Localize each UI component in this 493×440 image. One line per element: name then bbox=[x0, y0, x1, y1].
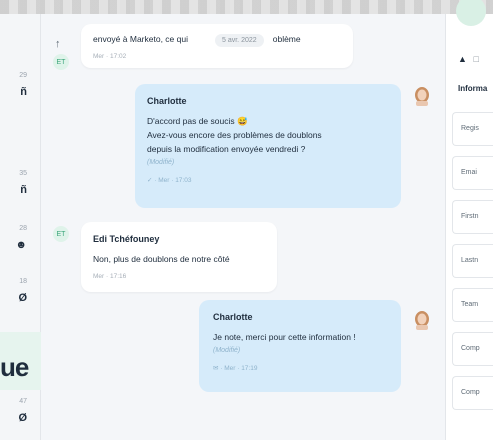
charlotte-avatar bbox=[415, 87, 429, 106]
message-author: Edi Tchéfouney bbox=[93, 234, 160, 244]
message-outgoing: Charlotte Je note, merci pour cette info… bbox=[199, 300, 401, 392]
message-text: Avez-vous encore des problèmes de doublo… bbox=[147, 130, 322, 140]
modified-label: (Modifié) bbox=[147, 159, 175, 166]
info-field[interactable]: Comp bbox=[452, 376, 493, 410]
conversation-time: 28 bbox=[19, 225, 27, 232]
conversation-time: 47 bbox=[19, 398, 27, 405]
message-author: Charlotte bbox=[213, 312, 253, 322]
message-author: Charlotte bbox=[147, 96, 187, 106]
conversation-item[interactable]: 18 Ø bbox=[0, 272, 41, 324]
message-incoming: envoyé à Marketo, ce qui oblème Mer · 17… bbox=[81, 24, 353, 68]
contact-avatar: ET bbox=[53, 226, 69, 242]
conversation-time: 29 bbox=[19, 72, 27, 79]
modified-label: (Modifié) bbox=[213, 347, 241, 354]
conversation-avatar-icon: Ø bbox=[18, 292, 27, 304]
info-field[interactable]: Emai bbox=[452, 156, 493, 190]
conversation-item[interactable]: 47 Ø bbox=[0, 392, 41, 440]
message-text: Non, plus de doublons de notre côté bbox=[93, 254, 230, 264]
date-divider: 5 avr. 2022 bbox=[215, 34, 264, 47]
charlotte-avatar bbox=[415, 311, 429, 330]
person-icon[interactable]: ▲ bbox=[458, 54, 467, 64]
scroll-up-icon[interactable]: ↑ bbox=[55, 38, 61, 50]
conversation-item[interactable]: 28 ☻ bbox=[0, 219, 41, 271]
message-text: D'accord pas de soucis 😅 bbox=[147, 116, 248, 126]
conversation-item[interactable]: 35 ñ bbox=[0, 164, 41, 216]
conversation-avatar-icon: Ø bbox=[18, 412, 27, 424]
info-field[interactable]: Team bbox=[452, 288, 493, 322]
panel-tabs: ▲ □ bbox=[458, 54, 479, 64]
conversation-avatar-icon: ☻ bbox=[15, 239, 27, 251]
contact-info-panel: ▲ □ Informa Regis Emai Firstn Lastn Team… bbox=[445, 0, 493, 440]
message-meta: ✓ · Mer · 17:03 bbox=[147, 177, 192, 184]
message-meta: Mer · 17:16 bbox=[93, 273, 127, 280]
message-text: depuis la modification envoyée vendredi … bbox=[147, 144, 306, 154]
contact-avatar-large bbox=[456, 0, 486, 26]
conversation-item[interactable]: 29 ñ bbox=[0, 66, 41, 118]
message-meta: ✉ · Mer · 17:19 bbox=[213, 365, 258, 372]
info-field[interactable]: Firstn bbox=[452, 200, 493, 234]
conversation-time: 18 bbox=[19, 278, 27, 285]
info-field[interactable]: Regis bbox=[452, 112, 493, 146]
info-field[interactable]: Comp bbox=[452, 332, 493, 366]
calendar-icon[interactable]: □ bbox=[473, 54, 478, 64]
conversation-avatar-icon: ñ bbox=[20, 86, 27, 98]
chat-thread: ↑ ET envoyé à Marketo, ce qui oblème Mer… bbox=[41, 14, 445, 440]
app-window: 29 ñ 35 ñ 28 ☻ 18 Ø 47 Ø ue ↑ ET envoyé … bbox=[0, 0, 493, 440]
top-fringe bbox=[0, 0, 493, 14]
message-outgoing: Charlotte D'accord pas de soucis 😅 Avez-… bbox=[135, 84, 401, 208]
contact-avatar: ET bbox=[53, 54, 69, 70]
partial-label: ue bbox=[0, 352, 29, 382]
message-text: Je note, merci pour cette information ! bbox=[213, 332, 356, 342]
conversation-avatar-icon: ñ bbox=[20, 184, 27, 196]
panel-section-title: Informa bbox=[458, 84, 488, 93]
message-incoming: Edi Tchéfouney Non, plus de doublons de … bbox=[81, 222, 277, 292]
conversation-list: 29 ñ 35 ñ 28 ☻ 18 Ø 47 Ø ue bbox=[0, 14, 41, 440]
conversation-time: 35 bbox=[19, 170, 27, 177]
message-meta: Mer · 17:02 bbox=[93, 53, 127, 60]
info-field[interactable]: Lastn bbox=[452, 244, 493, 278]
